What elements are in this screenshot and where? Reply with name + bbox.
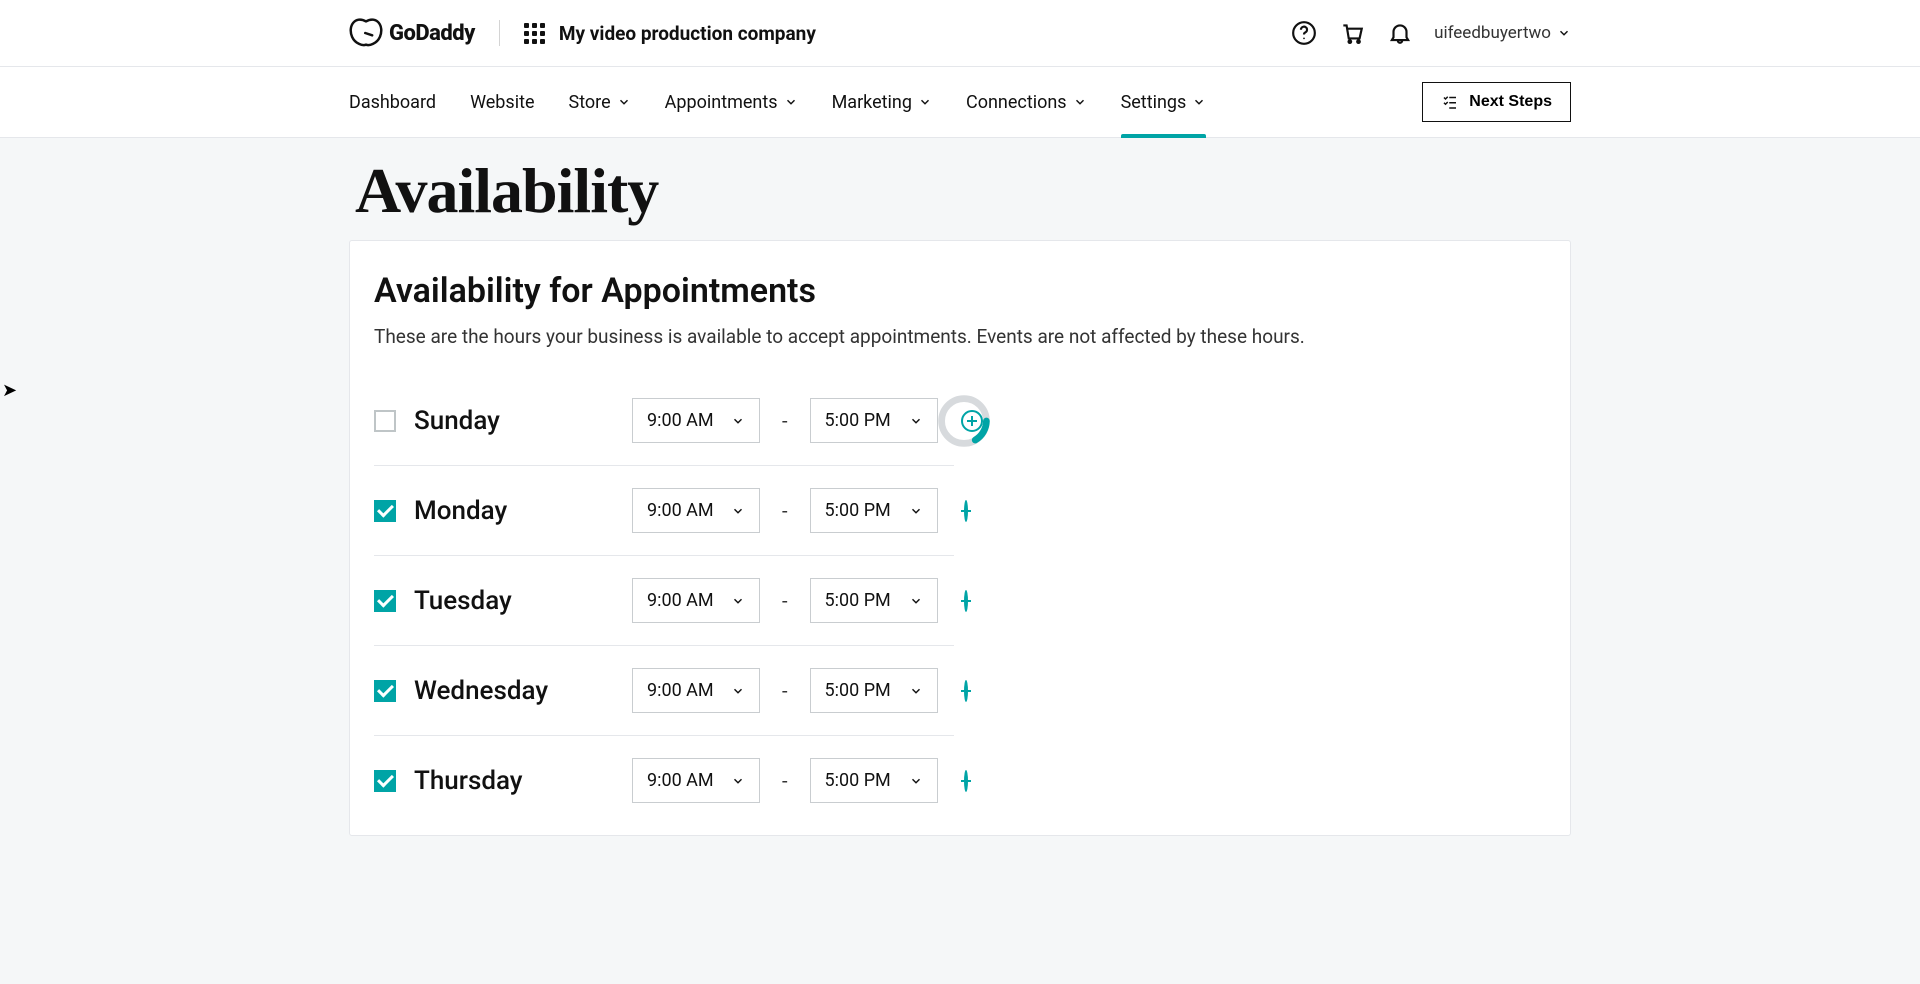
day-checkbox[interactable] [374, 500, 396, 522]
day-label: Tuesday [414, 586, 614, 616]
nav-label: Marketing [832, 92, 912, 113]
nav-website[interactable]: Website [470, 67, 534, 137]
end-time-value: 5:00 PM [825, 770, 891, 791]
end-time-select[interactable]: 5:00 PM [810, 758, 938, 803]
chevron-down-icon [731, 504, 745, 518]
add-time-range-button[interactable] [961, 410, 983, 432]
end-time-select[interactable]: 5:00 PM [810, 578, 938, 623]
day-row-tuesday: Tuesday 9:00 AM - 5:00 PM [374, 556, 954, 646]
godaddy-mark-icon [349, 18, 383, 48]
start-time-select[interactable]: 9:00 AM [632, 758, 760, 803]
nav-dashboard[interactable]: Dashboard [349, 67, 436, 137]
brand-divider [499, 20, 500, 46]
end-time-select[interactable]: 5:00 PM [810, 668, 938, 713]
section-title: Availability for Appointments [374, 271, 1546, 311]
nav-label: Appointments [665, 92, 778, 113]
end-time-value: 5:00 PM [825, 410, 891, 431]
start-time-value: 9:00 AM [647, 590, 714, 611]
nav-label: Dashboard [349, 92, 436, 113]
next-steps-button[interactable]: Next Steps [1422, 82, 1571, 122]
time-separator: - [778, 589, 792, 613]
day-row-monday: Monday 9:00 AM - 5:00 PM [374, 466, 954, 556]
start-time-select[interactable]: 9:00 AM [632, 668, 760, 713]
nav-label: Connections [966, 92, 1067, 113]
chevron-down-icon [617, 95, 631, 109]
end-time-select[interactable]: 5:00 PM [810, 488, 938, 533]
day-checkbox[interactable] [374, 410, 396, 432]
end-time-value: 5:00 PM [825, 500, 891, 521]
next-steps-label: Next Steps [1469, 93, 1552, 111]
start-time-value: 9:00 AM [647, 680, 714, 701]
nav-label: Store [569, 92, 611, 113]
chevron-down-icon [1073, 95, 1087, 109]
godaddy-logo[interactable]: GoDaddy [349, 18, 475, 48]
nav-label: Website [470, 92, 534, 113]
day-checkbox[interactable] [374, 680, 396, 702]
nav-label: Settings [1121, 92, 1187, 113]
company-name[interactable]: My video production company [559, 22, 816, 45]
day-checkbox[interactable] [374, 770, 396, 792]
day-label: Monday [414, 496, 614, 526]
nav-settings[interactable]: Settings [1121, 67, 1207, 137]
end-time-value: 5:00 PM [825, 680, 891, 701]
chevron-down-icon [731, 774, 745, 788]
nav-marketing[interactable]: Marketing [832, 67, 932, 137]
nav-store[interactable]: Store [569, 67, 631, 137]
add-time-range-button[interactable] [964, 590, 968, 612]
add-time-range-button[interactable] [964, 500, 968, 522]
day-label: Sunday [414, 406, 614, 436]
day-label: Wednesday [414, 676, 614, 706]
user-menu[interactable]: uifeedbuyertwo [1434, 23, 1571, 43]
checklist-icon [1441, 93, 1459, 111]
page-title: Availability [349, 138, 1571, 240]
help-icon[interactable] [1290, 19, 1318, 47]
chevron-down-icon [909, 774, 923, 788]
cart-icon[interactable] [1338, 19, 1366, 47]
chevron-down-icon [1557, 26, 1571, 40]
chevron-down-icon [909, 684, 923, 698]
time-separator: - [778, 679, 792, 703]
availability-card: Availability for Appointments These are … [349, 240, 1571, 836]
chevron-down-icon [784, 95, 798, 109]
apps-grid-icon[interactable] [524, 23, 545, 44]
start-time-select[interactable]: 9:00 AM [632, 578, 760, 623]
start-time-select[interactable]: 9:00 AM [632, 398, 760, 443]
chevron-down-icon [731, 684, 745, 698]
start-time-value: 9:00 AM [647, 500, 714, 521]
user-name: uifeedbuyertwo [1434, 23, 1551, 43]
add-time-range-button[interactable] [964, 680, 968, 702]
start-time-value: 9:00 AM [647, 770, 714, 791]
time-separator: - [778, 769, 792, 793]
chevron-down-icon [909, 594, 923, 608]
start-time-select[interactable]: 9:00 AM [632, 488, 760, 533]
bell-icon[interactable] [1386, 19, 1414, 47]
chevron-down-icon [909, 504, 923, 518]
end-time-value: 5:00 PM [825, 590, 891, 611]
nav-appointments[interactable]: Appointments [665, 67, 798, 137]
day-row-wednesday: Wednesday 9:00 AM - 5:00 PM [374, 646, 954, 736]
end-time-select[interactable]: 5:00 PM [810, 398, 938, 443]
cursor-icon: ➤ [2, 380, 17, 401]
chevron-down-icon [918, 95, 932, 109]
section-description: These are the hours your business is ava… [374, 325, 1546, 348]
day-row-thursday: Thursday 9:00 AM - 5:00 PM [374, 736, 954, 825]
time-separator: - [778, 409, 792, 433]
day-checkbox[interactable] [374, 590, 396, 612]
nav-connections[interactable]: Connections [966, 67, 1087, 137]
chevron-down-icon [731, 414, 745, 428]
start-time-value: 9:00 AM [647, 410, 714, 431]
brand-text: GoDaddy [389, 21, 475, 46]
day-row-sunday: Sunday 9:00 AM - 5:00 PM [374, 376, 954, 466]
chevron-down-icon [909, 414, 923, 428]
add-time-range-button[interactable] [964, 770, 968, 792]
chevron-down-icon [1192, 95, 1206, 109]
day-label: Thursday [414, 766, 614, 796]
chevron-down-icon [731, 594, 745, 608]
time-separator: - [778, 499, 792, 523]
